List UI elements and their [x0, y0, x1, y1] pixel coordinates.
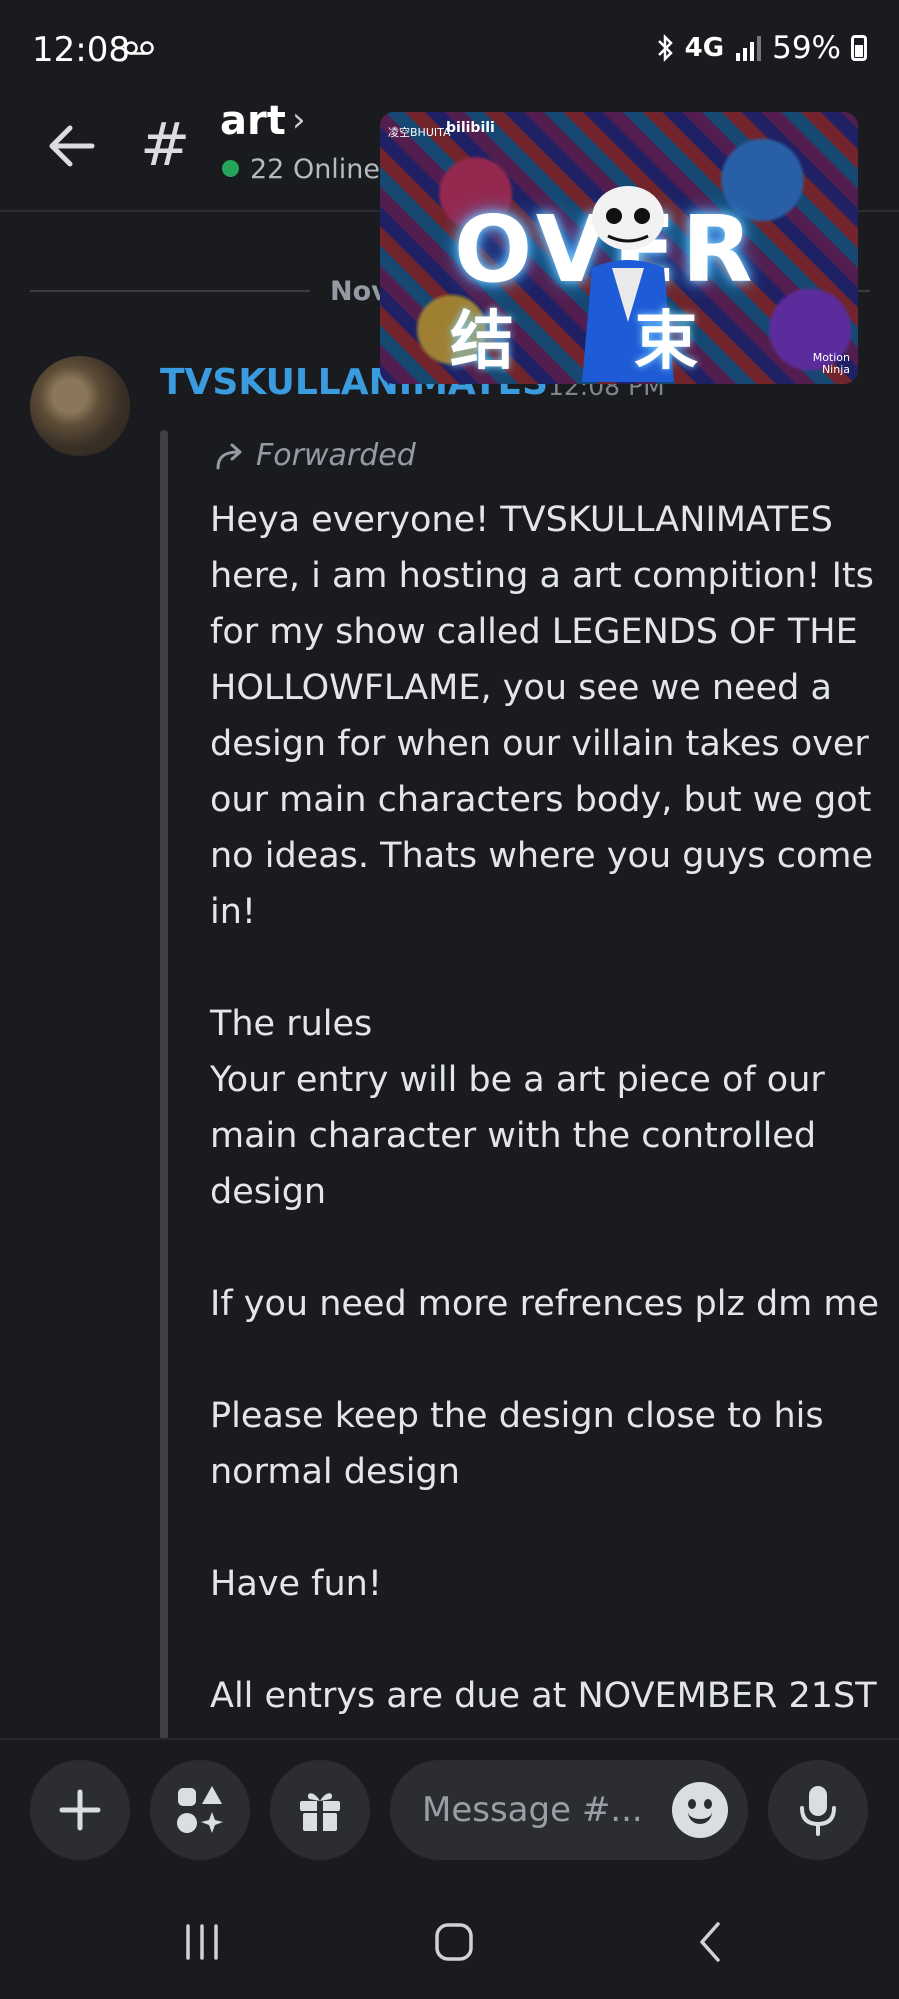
signal-icon — [736, 36, 762, 61]
home-icon[interactable] — [432, 1920, 476, 1964]
pip-brand-text: 凌空BHUITA — [388, 126, 451, 139]
avatar[interactable] — [30, 356, 130, 456]
online-status-dot — [222, 160, 239, 177]
message-body: Heya everyone! TVSKULLANIMATES here, i a… — [210, 500, 880, 1716]
bluetooth-icon — [657, 33, 673, 63]
back-arrow-icon[interactable] — [40, 114, 104, 178]
pip-subtitle-text: 结束 — [450, 305, 818, 379]
date-divider-line — [30, 290, 310, 292]
forwarded-bar — [160, 430, 168, 1740]
gift-icon — [300, 1793, 340, 1831]
battery-icon — [851, 35, 867, 61]
voicemail-icon — [124, 41, 154, 55]
apps-icon — [177, 1786, 223, 1833]
voice-message-button[interactable] — [768, 1760, 868, 1860]
message-input-placeholder: Message #... — [422, 1790, 643, 1830]
status-icons: 4G 59% — [655, 30, 867, 66]
pip-watermark: Motion Ninja — [812, 351, 850, 376]
plus-icon — [59, 1789, 101, 1831]
forwarded-label: Forwarded — [256, 438, 416, 473]
gift-button[interactable] — [270, 1760, 370, 1860]
apps-button[interactable] — [150, 1760, 250, 1860]
emoji-icon[interactable] — [672, 1782, 728, 1838]
chevron-right-icon[interactable]: › — [292, 100, 306, 140]
pip-brand-logo: bilibili — [446, 120, 495, 136]
forwarded-label-row: Forwarded — [214, 438, 416, 473]
add-attachment-button[interactable] — [30, 1760, 130, 1860]
forward-arrow-icon — [216, 443, 242, 469]
network-type: 4G — [684, 33, 725, 63]
battery-percent: 59% — [772, 30, 841, 66]
message-input[interactable]: Message #... — [390, 1760, 748, 1860]
status-time: 12:08 — [32, 30, 130, 70]
channel-hash-icon: # — [140, 110, 191, 180]
channel-name[interactable]: art — [220, 98, 286, 144]
microphone-icon — [800, 1786, 836, 1836]
recent-apps-icon[interactable] — [180, 1920, 224, 1964]
picture-in-picture-video[interactable]: 凌空BHUITA bilibili OVER 结束 Motion Ninja — [380, 112, 858, 384]
nav-back-icon[interactable] — [690, 1920, 734, 1964]
online-count: 22 Online — [250, 154, 381, 185]
